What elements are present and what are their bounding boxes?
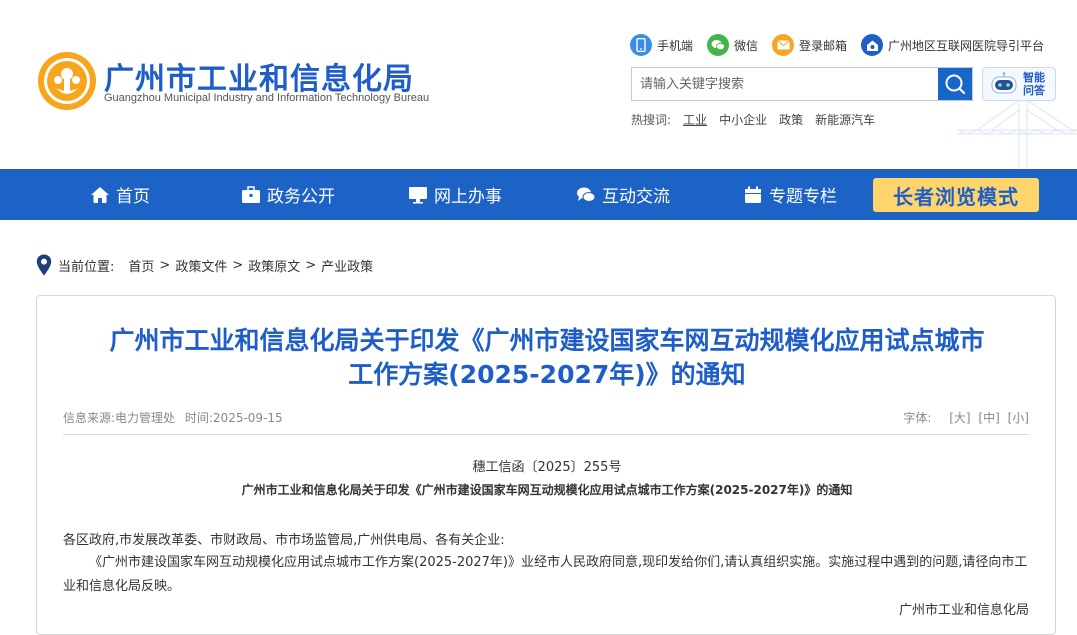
mail-icon: [772, 34, 795, 56]
nav-label: 首页: [116, 187, 150, 207]
article-title-line: 广州市工业和信息化局关于印发《广州市建设国家车网互动规模化应用试点城市: [109, 326, 985, 355]
mobile-icon: [630, 34, 652, 56]
breadcrumb-separator: >: [232, 257, 244, 273]
search-button[interactable]: [938, 68, 972, 100]
font-size-large[interactable]: [大]: [949, 411, 970, 425]
font-size-label: 字体:: [903, 411, 932, 425]
hot-search: 热搜词: 工业 中小企业 政策 新能源汽车: [631, 111, 875, 128]
nav-item-interaction[interactable]: 互动交流: [575, 169, 670, 220]
hot-search-item[interactable]: 新能源汽车: [815, 111, 875, 128]
briefcase-icon: [240, 184, 262, 206]
font-size-medium[interactable]: [中]: [978, 411, 999, 425]
article-title: 广州市工业和信息化局关于印发《广州市建设国家车网互动规模化应用试点城市 工作方案…: [37, 324, 1057, 392]
article-meta: 信息来源:电力管理处 时间:2025-09-15: [63, 409, 289, 426]
breadcrumb-item-policy-original[interactable]: 政策原文: [248, 256, 300, 275]
toplink-hospital-guide[interactable]: 广州地区互联网医院导引平台: [861, 34, 1044, 56]
document-body: 《广州市建设国家车网互动规模化应用试点城市工作方案(2025-2027年)》业经…: [63, 555, 1028, 594]
bureau-logo-icon: [38, 52, 96, 110]
hot-search-item[interactable]: 政策: [779, 111, 803, 128]
site-header: 广州市工业和信息化局 Guangzhou Municipal Industry …: [0, 0, 1077, 169]
document-title: 广州市工业和信息化局关于印发《广州市建设国家车网互动规模化应用试点城市工作方案(…: [241, 483, 853, 497]
breadcrumb-separator: >: [159, 257, 171, 273]
document-number: 穗工信函〔2025〕255号: [472, 460, 622, 475]
breadcrumb-label: 当前位置:: [58, 259, 115, 275]
search-input[interactable]: [632, 68, 938, 100]
toplink-label: 广州地区互联网医院导引平台: [888, 38, 1045, 53]
document-recipients: 各区政府,市发展改革委、市财政局、市市场监管局,广州供电局、各有关企业:: [63, 533, 505, 548]
smart-qa-button[interactable]: 智能问答: [982, 67, 1056, 101]
breadcrumb-item-industry-policy[interactable]: 产业政策: [321, 256, 373, 275]
article-source: 信息来源:电力管理处: [63, 411, 176, 425]
calendar-icon: [742, 184, 764, 206]
breadcrumb: 当前位置: 首页 > 政策文件 > 政策原文 > 产业政策: [36, 254, 373, 276]
font-size-small[interactable]: [小]: [1008, 411, 1029, 425]
search-icon: [945, 74, 966, 95]
monitor-icon: [407, 184, 429, 206]
nav-label: 网上办事: [434, 187, 502, 207]
wechat-icon: [707, 34, 730, 56]
top-links: 手机端 微信 登录邮箱 广州地区互联网医院导引平台: [630, 34, 1058, 56]
article-card: 广州市工业和信息化局关于印发《广州市建设国家车网互动规模化应用试点城市 工作方案…: [36, 295, 1056, 635]
location-pin-icon: [36, 254, 52, 276]
hot-search-item[interactable]: 中小企业: [719, 111, 767, 128]
robot-icon: [991, 72, 1017, 94]
toplink-wechat[interactable]: 微信: [707, 34, 758, 56]
hot-search-item[interactable]: 工业: [683, 111, 707, 128]
font-size-switcher: 字体: [大] [中] [小]: [903, 409, 1029, 426]
breadcrumb-separator: >: [305, 257, 317, 273]
toplink-mail[interactable]: 登录邮箱: [772, 34, 847, 56]
site-title-english: Guangzhou Municipal Industry and Informa…: [104, 92, 430, 104]
nav-item-home[interactable]: 首页: [89, 169, 150, 220]
breadcrumb-item-home[interactable]: 首页: [128, 256, 154, 275]
nav-item-special-topics[interactable]: 专题专栏: [742, 169, 837, 220]
bridge-decoration-icon: [957, 90, 1077, 169]
toplink-mobile[interactable]: 手机端: [630, 34, 693, 56]
breadcrumb-item-policy-docs[interactable]: 政策文件: [175, 256, 227, 275]
article-time: 时间:2025-09-15: [184, 411, 283, 425]
hospital-icon: [861, 34, 884, 56]
article-title-line: 工作方案(2025-2027年)》的通知: [348, 360, 746, 389]
home-icon: [89, 184, 111, 206]
toplink-label: 手机端: [657, 38, 694, 53]
chat-icon: [575, 184, 597, 206]
hot-search-label: 热搜词:: [631, 113, 672, 127]
nav-label: 互动交流: [602, 187, 670, 207]
smart-qa-label: 智能问答: [1023, 71, 1045, 97]
search-box: [631, 67, 973, 101]
elder-mode-button[interactable]: 长者浏览模式: [873, 178, 1039, 212]
nav-item-gov-affairs[interactable]: 政务公开: [240, 169, 335, 220]
toplink-label: 微信: [734, 38, 759, 53]
nav-label: 政务公开: [267, 187, 335, 207]
toplink-label: 登录邮箱: [799, 38, 848, 53]
nav-label: 专题专栏: [769, 187, 837, 207]
document-signature: 广州市工业和信息化局: [898, 603, 1029, 618]
divider: [63, 434, 1029, 435]
nav-item-online-services[interactable]: 网上办事: [407, 169, 502, 220]
